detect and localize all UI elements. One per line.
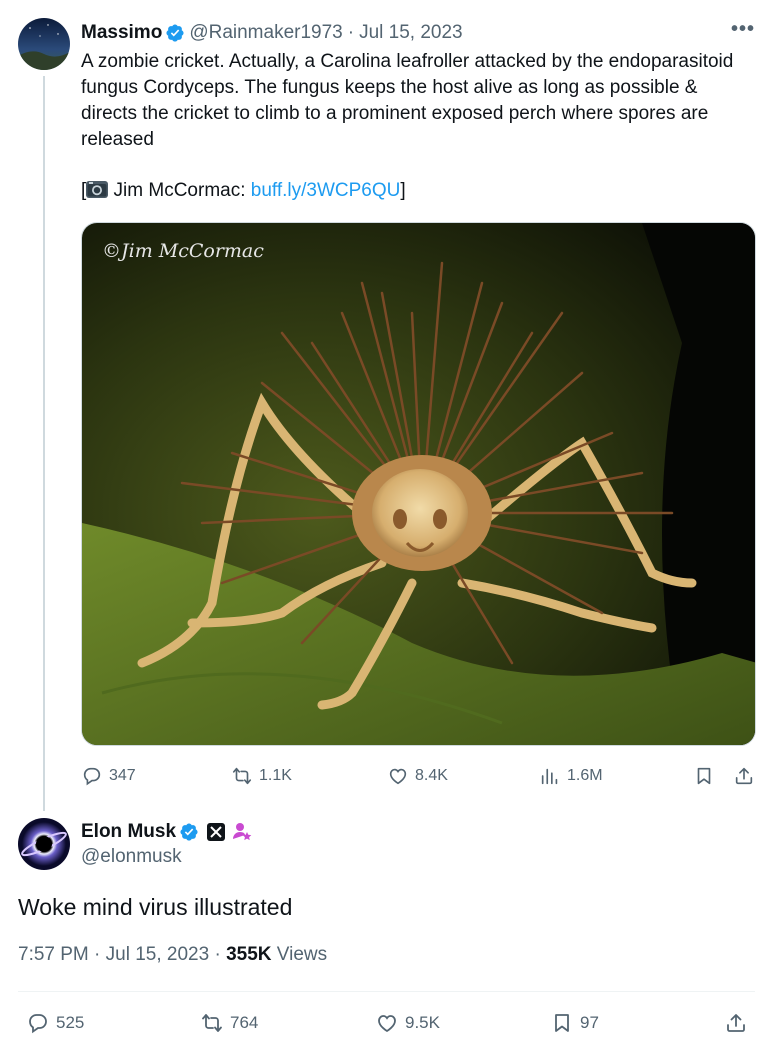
header-separator: · [347,22,355,43]
retweet-button[interactable]: 764 [200,1008,258,1038]
parent-date[interactable]: Jul 15, 2023 [359,22,463,44]
reply-icon [83,767,101,786]
like-button[interactable]: 9.5K [375,1008,440,1038]
like-icon [389,768,407,785]
retweet-button[interactable]: 1.1K [231,762,292,790]
tweet-date[interactable]: Jul 15, 2023 [106,944,210,965]
reply-count: 347 [109,767,136,784]
share-icon [735,767,753,785]
reply-icon [29,1014,47,1034]
bookmark-button[interactable]: 97 [550,1008,599,1038]
views-button[interactable]: 1.6M [539,762,603,790]
bookmark-count: 97 [580,1013,599,1032]
massimo-avatar[interactable] [18,18,70,70]
bookmark-icon [697,767,711,785]
tweet-time[interactable]: 7:57 PM [18,944,89,965]
main-tweet-meta: 7:57 PM · Jul 15, 2023 · 355K Views [18,944,327,966]
views-total: 355K [226,944,272,965]
verified-badge-icon [180,823,198,841]
parent-author-name[interactable]: Massimo [81,22,162,44]
credit-name: Jim McCormac: [108,180,251,201]
retweet-icon [202,1014,222,1032]
share-button[interactable] [724,1008,754,1038]
meta-separator: · [94,944,101,965]
thread-line [43,76,45,811]
like-count: 8.4K [415,767,448,784]
main-tweet-text: Woke mind virus illustrated [18,894,293,920]
more-icon[interactable]: ••• [731,18,755,41]
main-author-name[interactable]: Elon Musk [81,821,176,843]
zombie-cricket-photo[interactable]: ©Jim McCormac [81,222,756,746]
main-author-handle[interactable]: @elonmusk [81,846,182,868]
bookmark-icon [555,1014,569,1032]
like-icon [378,1015,396,1033]
parent-author-handle[interactable]: @Rainmaker1973 [189,22,342,44]
camera-icon [86,181,109,198]
photo-credit: [ Jim McCormac: buff.ly/3WCP6QU] [81,178,406,204]
reply-button[interactable]: 347 [81,762,136,790]
elon-musk-avatar[interactable] [18,818,70,870]
verified-badge-icon [166,24,184,42]
photo-watermark: ©Jim McCormac [102,240,264,262]
bookmark-button[interactable] [693,762,721,790]
reply-button[interactable]: 525 [26,1008,84,1038]
share-button[interactable] [733,762,761,790]
affiliate-badge-icon[interactable] [231,821,253,843]
share-icon [727,1014,745,1032]
like-button[interactable]: 8.4K [387,762,448,790]
retweet-count: 1.1K [259,767,292,784]
meta-separator: · [214,944,221,965]
main-action-bar: 525 764 9.5K 97 [18,1008,755,1038]
main-header: Elon Musk [81,820,253,844]
views-label: Views [276,944,328,965]
reply-count: 525 [56,1013,85,1032]
retweet-count: 764 [230,1013,259,1032]
parent-header: Massimo @Rainmaker1973 · Jul 15, 2023 ••… [81,18,755,46]
parent-tweet-text: A zombie cricket. Actually, a Carolina l… [81,51,734,150]
divider [18,991,755,992]
credit-close-bracket: ] [400,180,406,201]
parent-action-bar: 347 1.1K 8.4K 1.6M [81,762,756,790]
credit-link[interactable]: buff.ly/3WCP6QU [251,180,401,201]
retweet-icon [232,767,252,785]
x-logo-badge-icon[interactable] [207,823,226,841]
views-count: 1.6M [567,767,603,784]
like-count: 9.5K [405,1013,440,1032]
views-icon [541,768,558,785]
